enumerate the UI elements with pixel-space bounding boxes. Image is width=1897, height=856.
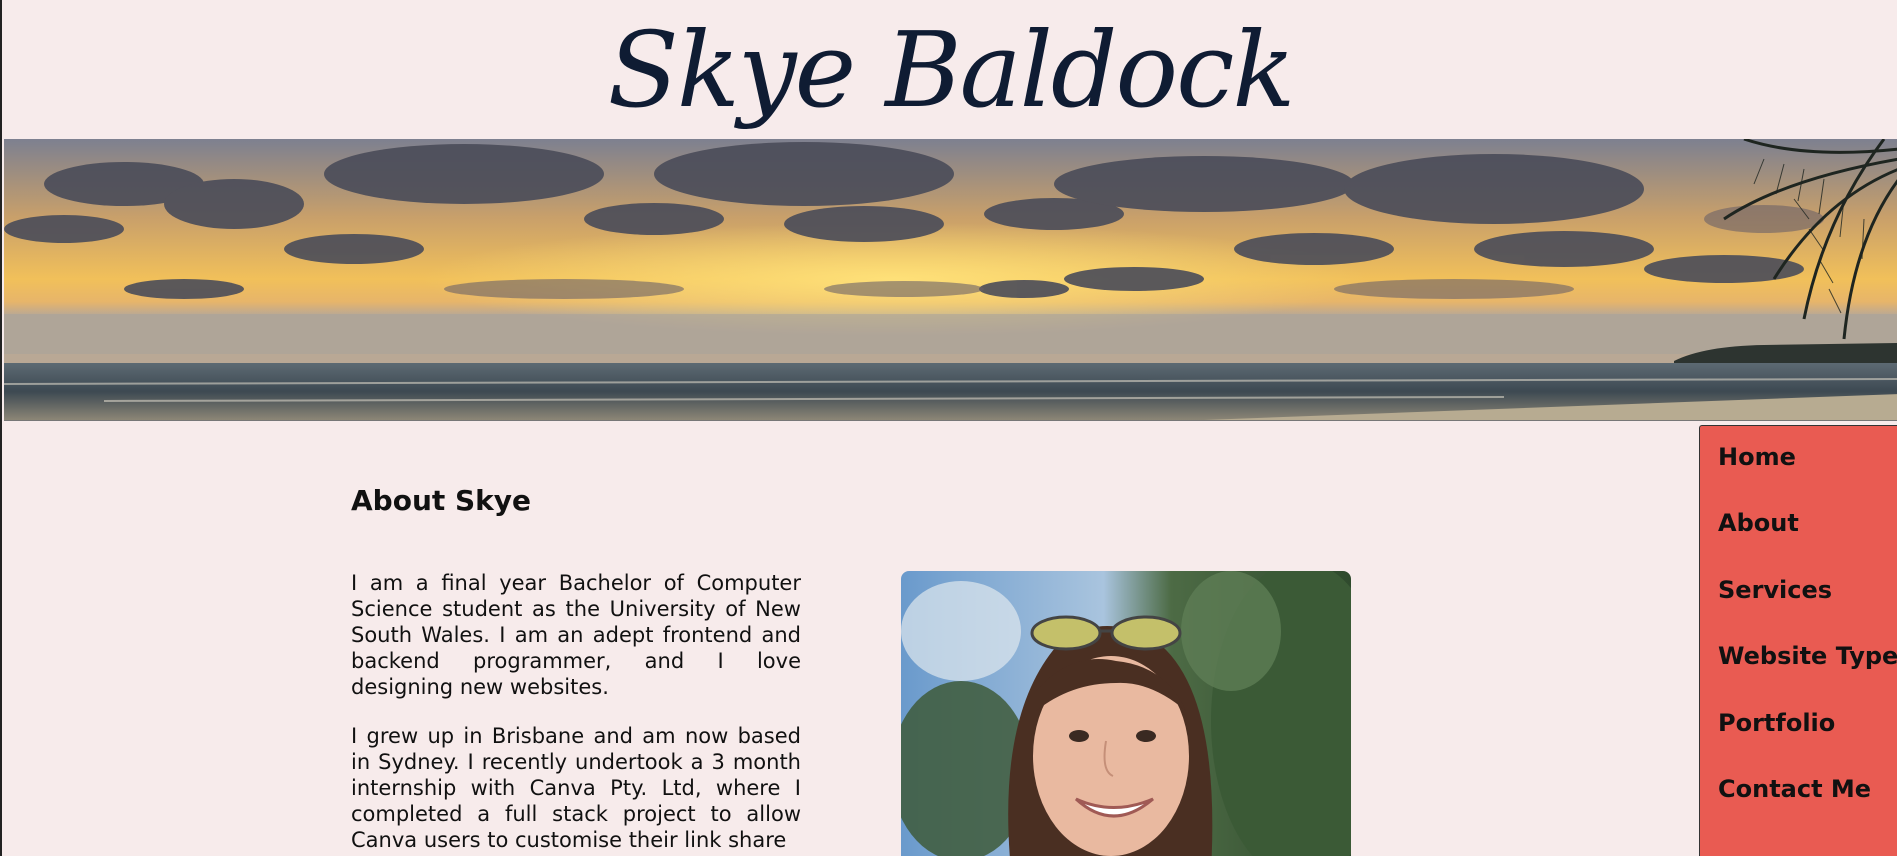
portrait-photo — [901, 571, 1351, 856]
page: Skye Baldock Home About Services Website… — [0, 0, 1897, 856]
site-title: Skye Baldock — [607, 9, 1296, 131]
nav-item-website-types[interactable]: Website Types — [1718, 642, 1897, 670]
nav-item-home[interactable]: Home — [1718, 443, 1796, 471]
about-paragraph: I am a final year Bachelor of Computer S… — [351, 571, 801, 699]
banner-image-sunset-beach — [4, 139, 1897, 421]
nav-item-services[interactable]: Services — [1718, 576, 1832, 604]
side-nav: Home About Services Website Types Portfo… — [1699, 425, 1897, 856]
about-text: I am a final year Bachelor of Computer S… — [351, 570, 801, 856]
nav-item-contact-me[interactable]: Contact Me — [1718, 775, 1871, 803]
nav-item-portfolio[interactable]: Portfolio — [1718, 709, 1835, 737]
nav-item-about[interactable]: About — [1718, 509, 1799, 537]
about-paragraph: I grew up in Brisbane and am now based i… — [351, 724, 801, 852]
about-heading: About Skye — [351, 484, 532, 517]
